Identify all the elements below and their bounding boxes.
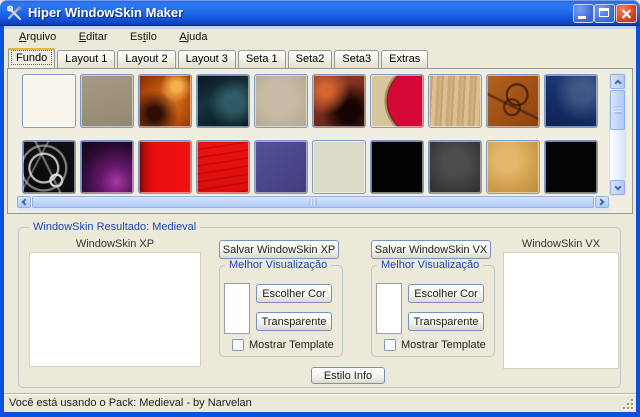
result-group-title: WindowSkin Resultado: Medieval — [29, 221, 201, 233]
swatch-red-streaks[interactable] — [196, 140, 250, 194]
swatch-light-beige[interactable] — [312, 140, 366, 194]
show-template-label: Mostrar Template — [401, 339, 486, 351]
viz-group-title: Melhor Visualização — [377, 259, 484, 271]
vx-preview-label: WindowSkin VX — [521, 238, 601, 250]
scroll-left-button[interactable] — [17, 196, 31, 208]
status-bar: Você está usando o Pack: Medieval - by N… — [4, 393, 636, 412]
tab-seta2[interactable]: Seta2 — [287, 50, 333, 68]
menu-bar: Arquivo Editar Estilo Ajuda — [4, 26, 636, 48]
color-preview-box-vx — [376, 283, 402, 334]
vertical-scroll-thumb[interactable] — [610, 90, 625, 130]
show-template-label: Mostrar Template — [249, 339, 334, 351]
swatch-fire-marble[interactable] — [138, 74, 192, 128]
close-icon — [617, 5, 636, 22]
titlebar[interactable]: Hiper WindowSkin Maker — [0, 0, 640, 26]
tab-layout-1[interactable]: Layout 1 — [57, 50, 116, 68]
scroll-right-button[interactable] — [595, 196, 609, 208]
swatch-row-1 — [22, 74, 598, 128]
swatch-black-1[interactable] — [370, 140, 424, 194]
horizontal-scrollbar[interactable] — [17, 196, 609, 210]
transparent-button-vx[interactable]: Transparente — [408, 312, 484, 331]
thumb-grip — [309, 198, 317, 206]
swatch-red-cream-curve[interactable] — [370, 74, 424, 128]
tab-seta-1[interactable]: Seta 1 — [237, 50, 286, 68]
color-preview-box-xp — [224, 283, 250, 334]
minimize-icon — [578, 16, 586, 19]
tab-fundo[interactable]: Fundo — [8, 47, 56, 68]
swatch-light-wood[interactable] — [428, 74, 482, 128]
swatch-cream[interactable] — [22, 74, 76, 128]
scroll-down-button[interactable] — [610, 180, 625, 195]
estilo-info-button[interactable]: Estilo Info — [311, 367, 385, 384]
swatch-rune-circle[interactable] — [22, 140, 76, 194]
show-template-checkbox-xp[interactable] — [232, 339, 244, 351]
swatch-dark-teal-stone[interactable] — [196, 74, 250, 128]
chevron-up-icon — [613, 78, 622, 87]
maximize-button[interactable] — [594, 4, 615, 23]
swatch-taupe[interactable] — [80, 74, 134, 128]
scroll-up-button[interactable] — [610, 74, 625, 89]
tab-seta3[interactable]: Seta3 — [334, 50, 380, 68]
vertical-scrollbar[interactable] — [609, 73, 626, 196]
swatch-navy-smoke[interactable] — [544, 74, 598, 128]
swatch-sand[interactable] — [254, 74, 308, 128]
show-template-row-xp: Mostrar Template — [232, 339, 334, 351]
menu-ajuda[interactable]: Ajuda — [170, 29, 216, 45]
chevron-right-icon — [597, 198, 605, 206]
save-windowskin-vx-button[interactable]: Salvar WindowSkin VX — [371, 240, 491, 259]
minimize-button[interactable] — [573, 4, 594, 23]
crossed-tools-icon — [6, 5, 23, 21]
windowskin-vx-preview — [503, 252, 619, 369]
show-template-row-vx: Mostrar Template — [384, 339, 486, 351]
tab-extras[interactable]: Extras — [381, 50, 429, 68]
chevron-left-icon — [21, 198, 29, 206]
viz-group-vx: Melhor Visualização Escolher Cor Transpa… — [371, 259, 495, 357]
close-button[interactable] — [616, 4, 637, 23]
windowskin-xp-preview — [29, 252, 201, 367]
app-window: Hiper WindowSkin Maker Arquivo Editar Es… — [0, 0, 640, 417]
chevron-down-icon — [613, 182, 622, 191]
texture-gallery-panel — [7, 68, 633, 214]
tab-layout-3[interactable]: Layout 3 — [177, 50, 236, 68]
show-template-checkbox-vx[interactable] — [384, 339, 396, 351]
swatch-black-2[interactable] — [544, 140, 598, 194]
swatch-indigo[interactable] — [254, 140, 308, 194]
choose-color-button-vx[interactable]: Escolher Cor — [408, 284, 484, 303]
thumb-grip — [614, 106, 621, 114]
horizontal-scroll-thumb[interactable] — [32, 196, 594, 208]
swatch-purple-nebula[interactable] — [80, 140, 134, 194]
save-windowskin-xp-button[interactable]: Salvar WindowSkin XP — [219, 240, 339, 259]
swatch-row-2 — [22, 140, 598, 194]
swatch-gold-parchment[interactable] — [486, 140, 540, 194]
menu-arquivo[interactable]: Arquivo — [10, 29, 65, 45]
swatch-red-shaded-edge[interactable] — [138, 140, 192, 194]
swatch-charcoal[interactable] — [428, 140, 482, 194]
swatch-ember-rust[interactable] — [312, 74, 366, 128]
viz-group-title: Melhor Visualização — [225, 259, 332, 271]
xp-preview-label: WindowSkin XP — [75, 238, 155, 250]
result-groupbox: WindowSkin Resultado: Medieval WindowSki… — [18, 221, 621, 388]
transparent-button-xp[interactable]: Transparente — [256, 312, 332, 331]
status-text: Você está usando o Pack: Medieval - by N… — [9, 397, 252, 409]
viz-group-xp: Melhor Visualização Escolher Cor Transpa… — [219, 259, 343, 357]
resize-grip-icon[interactable] — [622, 398, 635, 411]
maximize-icon — [599, 8, 609, 17]
menu-estilo[interactable]: Estilo — [121, 29, 166, 45]
window-title: Hiper WindowSkin Maker — [28, 5, 184, 20]
swatch-dragon-etch[interactable] — [486, 74, 540, 128]
menu-editar[interactable]: Editar — [70, 29, 117, 45]
choose-color-button-xp[interactable]: Escolher Cor — [256, 284, 332, 303]
tab-layout-2[interactable]: Layout 2 — [117, 50, 176, 68]
tab-strip: Fundo Layout 1 Layout 2 Layout 3 Seta 1 … — [8, 47, 632, 68]
